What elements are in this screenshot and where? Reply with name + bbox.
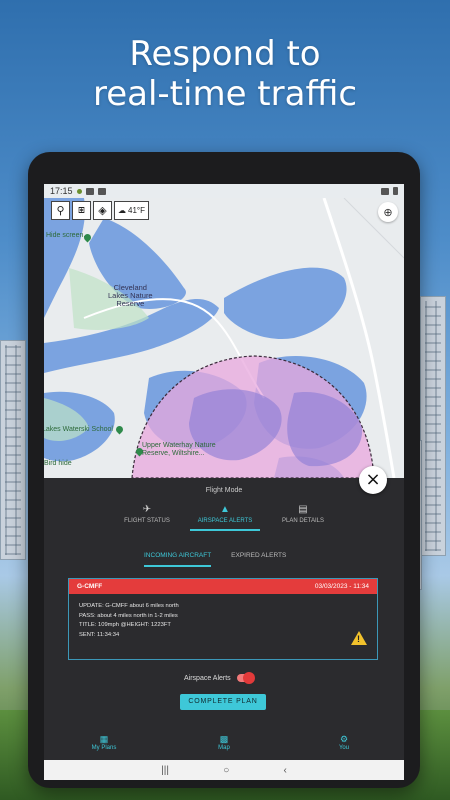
airspace-alerts-label: Airspace Alerts [184, 674, 231, 682]
nav-you[interactable]: ⚙ You [304, 734, 384, 760]
tab-label: FLIGHT STATUS [124, 518, 170, 524]
tab-label: AIRSPACE ALERTS [197, 518, 253, 524]
wifi-icon [381, 187, 389, 195]
recent-apps-button[interactable]: ||| [161, 765, 169, 776]
nav-map[interactable]: ▩ Map [184, 734, 264, 760]
app-screen: 17:15 ⚲ ⧆ ◈ ☁ 41°F ⊕ Hide screen. Clevel… [44, 184, 404, 780]
panel-title: Flight Mode [205, 487, 243, 494]
back-button[interactable]: ‹ [284, 765, 287, 776]
lake [224, 267, 347, 339]
flight-mode-panel: Flight Mode ✈ FLIGHT STATUS ▲ AIRSPACE A… [44, 478, 404, 780]
alert-line: SENT: 11:34:34 [79, 631, 120, 638]
status-app-icon [85, 187, 94, 195]
clipboard-icon: ▦ [99, 734, 109, 744]
nav-label: My Plans [91, 745, 117, 751]
alert-body: UPDATE: G-CMFF about 6 miles north PASS:… [69, 594, 377, 648]
map-view[interactable]: ⚲ ⧆ ◈ ☁ 41°F ⊕ Hide screen. Cleveland La… [44, 198, 404, 478]
tab-airspace-alerts[interactable]: ▲ AIRSPACE ALERTS [190, 504, 260, 531]
aircraft-alert-card[interactable]: G-CMFF 03/03/2023 - 11:34 UPDATE: G-CMFF… [68, 578, 378, 660]
map-label-cleveland: Cleveland Lakes Nature Reserve [108, 283, 153, 308]
close-icon: × [365, 469, 381, 490]
bottom-nav: ▦ My Plans ▩ Map ⚙ You [44, 734, 404, 760]
map-label-hide-screen: Hide screen. [46, 232, 86, 239]
status-bar: 17:15 [44, 184, 404, 198]
weather-temp: 41°F [128, 206, 145, 215]
headline-line-2: real-time traffic [92, 74, 358, 114]
nav-label: Map [218, 745, 230, 751]
home-button[interactable]: ○ [223, 765, 229, 776]
alert-callsign: G-CMFF [77, 583, 103, 590]
alert-line: TITLE: 109mph @HEIGHT: 1223FT [79, 622, 171, 628]
tab-label: PLAN DETAILS [282, 518, 324, 524]
airspace-alerts-row: Airspace Alerts [184, 672, 255, 684]
document-icon: ▤ [298, 504, 308, 515]
cloud-icon: ☁ [118, 206, 126, 215]
tab-plan-details[interactable]: ▤ PLAN DETAILS [268, 504, 338, 531]
layers-3d-icon[interactable]: ⧆ [72, 201, 91, 220]
map-label-bird-hide: Bird hide [44, 460, 72, 467]
gear-icon: ⚙ [339, 734, 349, 744]
alert-line: PASS: about 4 miles north in 1-2 miles [79, 612, 178, 619]
alert-line: UPDATE: G-CMFF about 6 miles north [79, 603, 179, 609]
background-building [0, 340, 26, 560]
locate-me-icon[interactable]: ⊕ [378, 202, 398, 222]
alert-plane-icon: ▲ [220, 504, 230, 515]
tab-expired-alerts[interactable]: EXPIRED ALERTS [231, 552, 286, 567]
status-time: 17:15 [50, 186, 73, 196]
close-panel-button[interactable]: × [359, 466, 387, 494]
map-label-waterski: Lakes Waterski School [44, 426, 113, 433]
complete-plan-button[interactable]: COMPLETE PLAN [180, 694, 266, 710]
warning-icon [351, 631, 367, 645]
map-toolbar: ⚲ ⧆ ◈ ☁ 41°F [51, 201, 149, 220]
tablet-frame: 17:15 ⚲ ⧆ ◈ ☁ 41°F ⊕ Hide screen. Clevel… [28, 152, 420, 788]
alert-sub-tabs: INCOMING AIRCRAFT EXPIRED ALERTS [144, 552, 286, 567]
headline: Respond to real-time traffic [0, 34, 450, 114]
airplane-icon: ✈ [142, 504, 152, 515]
search-icon[interactable]: ⚲ [51, 201, 70, 220]
nav-label: You [338, 745, 350, 751]
alert-header: G-CMFF 03/03/2023 - 11:34 [69, 579, 377, 594]
background-building [420, 296, 446, 556]
map-icon: ▩ [219, 734, 229, 744]
status-app-icon [97, 187, 106, 195]
notification-dot-icon [76, 188, 82, 194]
airspace-alerts-toggle[interactable] [236, 672, 255, 684]
headline-line-1: Respond to [129, 34, 321, 74]
alert-datetime: 03/03/2023 - 11:34 [314, 583, 369, 590]
tab-incoming-aircraft[interactable]: INCOMING AIRCRAFT [144, 552, 212, 567]
tab-flight-status[interactable]: ✈ FLIGHT STATUS [112, 504, 182, 531]
map-canvas [44, 198, 404, 478]
android-nav-bar: ||| ○ ‹ [44, 760, 404, 780]
stack-icon[interactable]: ◈ [93, 201, 112, 220]
mode-tabs: ✈ FLIGHT STATUS ▲ AIRSPACE ALERTS ▤ PLAN… [112, 504, 338, 531]
battery-icon [393, 187, 398, 195]
map-label-upper-waterhay: Upper Waterhay Nature Reserve, Wiltshire… [142, 442, 216, 457]
nav-my-plans[interactable]: ▦ My Plans [64, 734, 144, 760]
weather-chip[interactable]: ☁ 41°F [114, 201, 149, 220]
